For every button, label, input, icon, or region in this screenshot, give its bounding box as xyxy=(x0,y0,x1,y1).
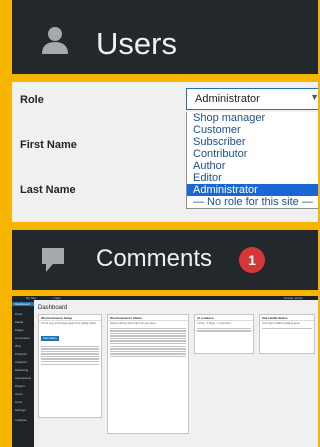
status-widget: WooCommerce Status Recent activity and o… xyxy=(107,314,189,434)
role-option-administrator[interactable]: Administrator xyxy=(187,184,318,196)
dashboard-title: Dashboard xyxy=(38,305,68,311)
comments-header-panel: Comments 1 xyxy=(12,230,318,290)
menu-item-media[interactable]: Media xyxy=(15,320,23,324)
site-health-widget: Site Health Status Your site's health is… xyxy=(259,314,315,354)
role-option-customer[interactable]: Customer xyxy=(187,124,318,136)
menu-item-products[interactable]: Products xyxy=(15,352,27,356)
setup-widget: WooCommerce Setup You're only a few step… xyxy=(38,314,102,418)
dashboard-screenshot: My Site + New Howdy, admin Dashboard Pos… xyxy=(12,296,318,447)
menu-item-pages[interactable]: Pages xyxy=(15,328,24,332)
admin-sidebar-menu: Dashboard Posts Media Pages Comments Woo… xyxy=(12,300,34,447)
comment-icon xyxy=(42,248,64,272)
role-option-editor[interactable]: Editor xyxy=(187,172,318,184)
menu-item-analytics[interactable]: Analytics xyxy=(15,360,27,364)
at-a-glance-widget: At a Glance 1 Post · 1 Page · 1 Comment xyxy=(194,314,254,354)
admin-bar-new[interactable]: + New xyxy=(52,296,61,300)
user-profile-form: Role First Name Last Name Administrator … xyxy=(12,82,318,222)
page-title-comments: Comments xyxy=(96,245,213,272)
role-option-shop-manager[interactable]: Shop manager xyxy=(187,112,318,124)
menu-item-users[interactable]: Users xyxy=(15,392,23,396)
start-selling-button[interactable]: Start selling xyxy=(41,336,59,342)
menu-item-settings[interactable]: Settings xyxy=(15,408,26,412)
role-option-contributor[interactable]: Contributor xyxy=(187,148,318,160)
first-name-label: First Name xyxy=(20,139,77,151)
menu-item-tools[interactable]: Tools xyxy=(15,400,22,404)
role-select[interactable]: Administrator ▼ xyxy=(186,88,318,110)
role-select-value: Administrator xyxy=(195,93,260,105)
last-name-label: Last Name xyxy=(20,184,76,196)
role-option-no-role[interactable]: — No role for this site — xyxy=(187,196,318,208)
role-dropdown-list: Shop manager Customer Subscriber Contrib… xyxy=(186,112,318,209)
widget-text: 1 Post · 1 Page · 1 Comment xyxy=(197,322,231,325)
menu-item-posts[interactable]: Posts xyxy=(15,312,23,316)
comment-count-badge: 1 xyxy=(239,247,265,273)
menu-item-collapse[interactable]: Collapse xyxy=(15,418,27,422)
widget-text: Recent activity and orders for your stor… xyxy=(110,322,157,325)
menu-item-comments[interactable]: Comments xyxy=(15,336,30,340)
role-option-subscriber[interactable]: Subscriber xyxy=(187,136,318,148)
admin-bar: My Site + New Howdy, admin xyxy=(12,296,318,300)
menu-item-appearance[interactable]: Appearance xyxy=(15,376,31,380)
menu-item-dashboard[interactable]: Dashboard xyxy=(12,302,34,306)
menu-item-plugins[interactable]: Plugins xyxy=(15,384,25,388)
role-option-author[interactable]: Author xyxy=(187,160,318,172)
users-header-panel: Users xyxy=(12,0,318,74)
page-title-users: Users xyxy=(96,26,177,61)
widget-text: Your site's health is looking good. xyxy=(262,322,301,325)
users-icon xyxy=(42,27,68,54)
chevron-down-icon: ▼ xyxy=(310,92,318,102)
menu-item-marketing[interactable]: Marketing xyxy=(15,368,28,372)
role-label: Role xyxy=(20,94,44,106)
widget-text: You're only a few steps away from sellin… xyxy=(41,322,97,325)
menu-item-woo[interactable]: Woo xyxy=(15,344,21,348)
admin-bar-howdy[interactable]: Howdy, admin xyxy=(284,296,303,300)
